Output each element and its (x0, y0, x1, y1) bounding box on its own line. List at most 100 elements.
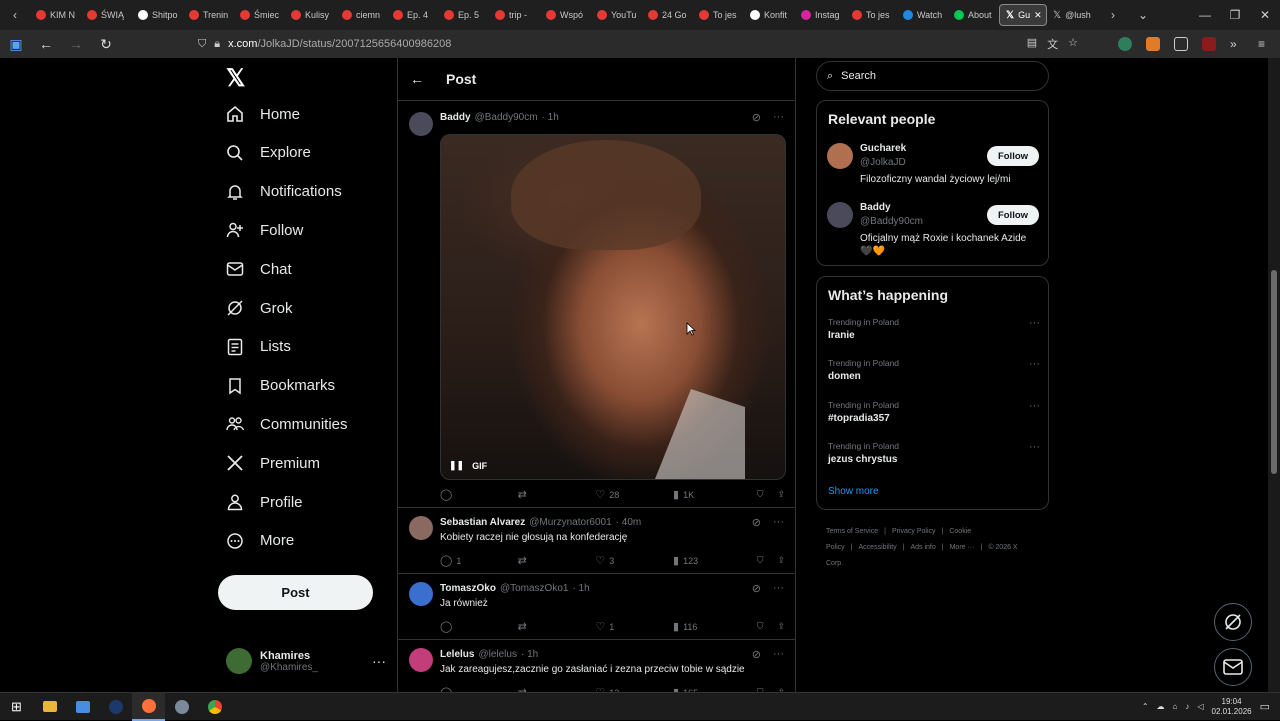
nav-item-home[interactable]: Home (226, 105, 300, 123)
tweet-author-name[interactable]: Baddy (440, 112, 471, 123)
like-button[interactable]: ♡ 1 (595, 620, 673, 633)
share-icon[interactable]: ⇪ (777, 489, 785, 500)
tweet-time[interactable]: · 1h (542, 112, 559, 123)
firefox-icon[interactable] (132, 692, 165, 721)
more-dots-icon[interactable]: ··· (773, 111, 784, 124)
more-dots-icon[interactable]: ··· (773, 648, 784, 661)
trend-item[interactable]: Trending in Poland jezus chrystus ··· (828, 441, 1040, 465)
person-handle[interactable]: @Baddy90cm (860, 216, 923, 227)
share-icon[interactable]: ⇪ (777, 555, 785, 566)
translate-icon[interactable]: 文 (1047, 36, 1058, 52)
tab-active[interactable]: 𝕏 Gu ✕ (999, 4, 1047, 26)
extension-shield-icon[interactable] (1118, 37, 1132, 51)
browser-tab[interactable]: trip - (489, 4, 540, 26)
bookmark-icon[interactable]: ⛉ (757, 489, 764, 500)
speaker-icon[interactable]: ◁ (1197, 702, 1203, 711)
browser-tab[interactable]: Ep. 5 (438, 4, 489, 26)
avatar[interactable] (827, 143, 853, 169)
trend-item[interactable]: Trending in Poland #topradia357 ··· (828, 400, 1040, 424)
avatar[interactable] (409, 516, 433, 540)
grok-icon[interactable]: ⊘ (752, 582, 761, 595)
views-button[interactable]: ▮ 116 (673, 620, 757, 633)
grok-icon[interactable]: ⊘ (752, 111, 761, 124)
reply-button[interactable]: ◯ (440, 620, 518, 633)
avatar[interactable] (409, 582, 433, 606)
browser-tab[interactable]: YouTu (591, 4, 642, 26)
network-icon[interactable]: ⌂ (1173, 702, 1178, 711)
account-switcher[interactable]: Khamires @Khamires_ ··· (226, 648, 386, 674)
browser-tab[interactable]: Śmiec (234, 4, 285, 26)
follow-button[interactable]: Follow (987, 205, 1039, 225)
like-button[interactable]: ♡ 28 (595, 488, 673, 501)
nav-item-premium[interactable]: Premium (226, 454, 320, 472)
tweet-author-handle[interactable]: @Murzynator6001 (529, 517, 611, 528)
reply-button[interactable]: ◯ 1 (440, 554, 518, 567)
tweet-time[interactable]: · 40m (616, 517, 642, 528)
bookmark-icon[interactable]: ⛉ (757, 621, 764, 632)
tweet-author-handle[interactable]: @Baddy90cm (475, 112, 538, 123)
back-arrow-icon[interactable]: ← (410, 71, 424, 87)
microphone-icon[interactable]: ♪ (1185, 702, 1189, 711)
more-dots-icon[interactable]: ··· (1029, 358, 1040, 370)
extensions-puzzle-icon[interactable] (1174, 37, 1188, 51)
grok-icon[interactable]: ⊘ (752, 516, 761, 529)
file-explorer-icon[interactable] (33, 693, 66, 721)
browser-tab[interactable]: To jes (693, 4, 744, 26)
post-button[interactable]: Post (218, 575, 373, 610)
nav-item-chat[interactable]: Chat (226, 260, 292, 278)
trend-item[interactable]: Trending in Poland Iranie ··· (828, 317, 1040, 341)
tweet-time[interactable]: · 1h (521, 649, 538, 660)
footer-link[interactable]: More ··· (950, 544, 975, 551)
nav-item-bookmarks[interactable]: Bookmarks (226, 377, 335, 395)
notifications-icon[interactable]: ▭ (1260, 700, 1270, 713)
search-input[interactable] (841, 70, 1022, 82)
more-dots-icon[interactable]: ··· (773, 516, 784, 529)
browser-tab[interactable]: 24 Go (642, 4, 693, 26)
tab-list-icon[interactable]: ⌄ (1128, 8, 1158, 22)
close-window-icon[interactable]: ✕ (1250, 8, 1280, 22)
browser-tab[interactable]: Watch (897, 4, 948, 26)
sidebar-toggle-icon[interactable]: ▣ (8, 36, 24, 53)
more-dots-icon[interactable]: ··· (773, 582, 784, 595)
search-box[interactable]: ⌕ (816, 61, 1049, 91)
views-button[interactable]: ▮ 123 (673, 554, 757, 567)
overflow-chevrons-icon[interactable]: » (1230, 37, 1244, 51)
cloud-icon[interactable]: ☁ (1157, 702, 1165, 711)
tweet-item[interactable]: Sebastian Alvarez @Murzynator6001 · 40m … (398, 508, 796, 574)
follow-button[interactable]: Follow (987, 146, 1039, 166)
close-tab-icon[interactable]: ✕ (1034, 10, 1042, 21)
browser-tab[interactable]: To jes (846, 4, 897, 26)
tweet-item[interactable]: Lelelus @lelelus · 1h ⊘ ··· Jak zareaguj… (398, 640, 796, 692)
trend-item[interactable]: Trending in Poland domen ··· (828, 358, 1040, 382)
nav-item-notifications[interactable]: Notifications (226, 183, 342, 201)
browser-tab[interactable]: Konfit (744, 4, 795, 26)
retweet-button[interactable]: ⇄ (518, 620, 596, 633)
tweet-time[interactable]: · 1h (572, 583, 589, 594)
more-dots-icon[interactable]: ··· (1029, 441, 1040, 453)
retweet-button[interactable]: ⇄ (518, 488, 596, 501)
tweet-author-handle[interactable]: @lelelus (478, 649, 517, 660)
nav-item-grok[interactable]: Grok (226, 299, 293, 317)
extension-badge-icon[interactable] (1202, 37, 1216, 51)
x-logo-icon[interactable]: 𝕏 (226, 64, 245, 93)
pause-icon[interactable]: ❚❚ (449, 460, 464, 471)
clock[interactable]: 19:04 02.01.2026 (1212, 697, 1252, 717)
browser-tab[interactable]: Ep. 4 (387, 4, 438, 26)
windows-start-icon[interactable]: ⊞ (0, 693, 33, 721)
tab-next[interactable]: 𝕏 @lush (1047, 4, 1098, 26)
tray-overflow-icon[interactable]: ⌃ (1142, 702, 1149, 711)
browser-tab[interactable]: Wspó (540, 4, 591, 26)
share-icon[interactable]: ⇪ (777, 621, 785, 632)
show-more-link[interactable]: Show more (828, 486, 879, 497)
tab-scroll-left-icon[interactable]: ‹ (0, 8, 30, 22)
more-dots-icon[interactable]: ··· (1029, 317, 1040, 329)
views-button[interactable]: ▮ 1K (673, 488, 757, 501)
reload-icon[interactable]: ↻ (98, 36, 114, 53)
chrome-icon[interactable] (198, 693, 231, 721)
footer-link[interactable]: Ads info (910, 544, 935, 551)
nav-item-follow[interactable]: Follow (226, 221, 303, 239)
browser-tab[interactable]: ŚWIĄ (81, 4, 132, 26)
nav-item-lists[interactable]: Lists (226, 338, 291, 356)
back-icon[interactable]: ← (38, 36, 54, 52)
tweet-item[interactable]: TomaszOko @TomaszOko1 · 1h ⊘ ··· Ja równ… (398, 574, 796, 640)
